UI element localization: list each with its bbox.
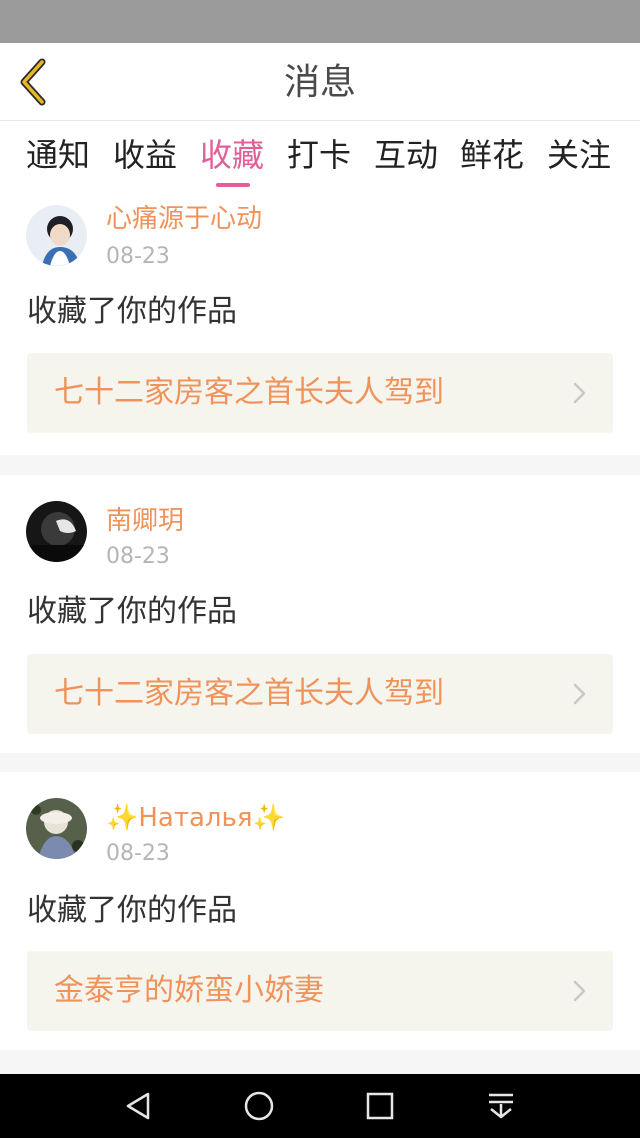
message-date: 08-23 [106, 841, 170, 866]
action-text: 收藏了你的作品 [27, 594, 237, 629]
message-card: 南卿玥 08-23 收藏了你的作品 七十二家房客之首长夫人驾到 [0, 475, 640, 753]
active-tab-indicator [216, 183, 250, 187]
work-title: 七十二家房客之首长夫人驾到 [54, 375, 444, 410]
tab-bar: 通知 收益 收藏 打卡 互动 鲜花 关注 [0, 121, 640, 193]
recents-square-icon[interactable] [360, 1086, 400, 1126]
message-date: 08-23 [106, 244, 170, 269]
chevron-right-icon [573, 382, 586, 404]
work-link[interactable]: 金泰亨的娇蛮小娇妻 [27, 951, 613, 1031]
username[interactable]: 南卿玥 [106, 505, 184, 537]
username[interactable]: ✨Наталья✨ [106, 802, 285, 834]
tab-checkin[interactable]: 打卡 [287, 135, 351, 175]
avatar[interactable] [26, 798, 87, 859]
tab-notifications[interactable]: 通知 [26, 135, 90, 175]
message-card: ✨Наталья✨ 08-23 收藏了你的作品 金泰亨的娇蛮小娇妻 [0, 772, 640, 1050]
back-triangle-icon[interactable] [118, 1086, 158, 1126]
avatar[interactable] [26, 501, 87, 562]
notification-pull-icon[interactable] [481, 1086, 521, 1126]
tab-earnings[interactable]: 收益 [113, 135, 177, 175]
chevron-right-icon [573, 683, 586, 705]
work-link[interactable]: 七十二家房客之首长夫人驾到 [27, 353, 613, 433]
message-card: 心痛源于心动 08-23 收藏了你的作品 七十二家房客之首长夫人驾到 [0, 193, 640, 455]
chevron-right-icon [573, 980, 586, 1002]
system-navigation-bar [0, 1074, 640, 1138]
tab-interaction[interactable]: 互动 [374, 135, 438, 175]
home-circle-icon[interactable] [239, 1086, 279, 1126]
tab-flowers[interactable]: 鲜花 [460, 135, 524, 175]
username[interactable]: 心痛源于心动 [106, 203, 262, 235]
work-title: 七十二家房客之首长夫人驾到 [54, 676, 444, 711]
action-text: 收藏了你的作品 [27, 893, 237, 928]
message-date: 08-23 [106, 544, 170, 569]
tab-follows[interactable]: 关注 [547, 135, 611, 175]
avatar[interactable] [26, 205, 87, 266]
status-bar [0, 0, 640, 43]
page-title: 消息 [283, 62, 356, 103]
work-link[interactable]: 七十二家房客之首长夫人驾到 [27, 654, 613, 734]
work-title: 金泰亨的娇蛮小娇妻 [54, 973, 324, 1008]
action-text: 收藏了你的作品 [27, 294, 237, 329]
header: 消息 [0, 43, 640, 121]
tab-favorites[interactable]: 收藏 [200, 135, 264, 175]
